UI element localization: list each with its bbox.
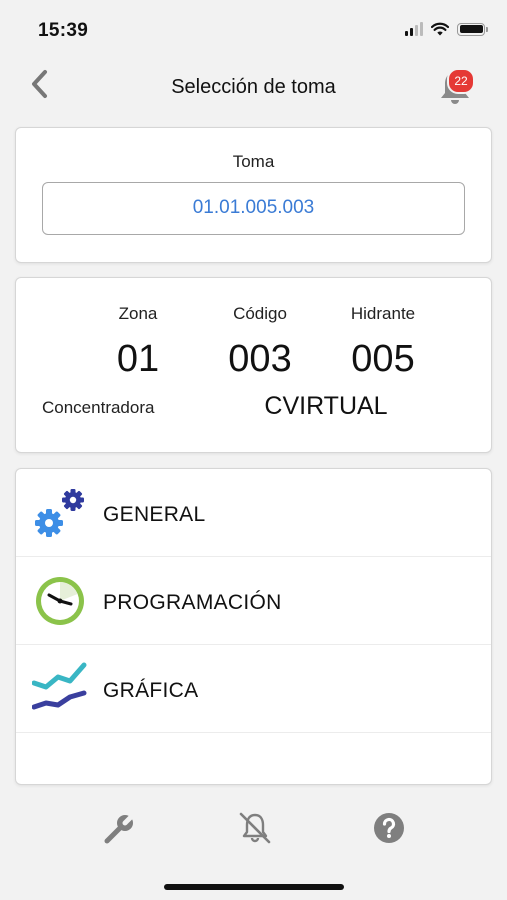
wrench-icon <box>104 811 137 844</box>
info-card: Zona 01 Código 003 Hidrante 005 Concentr… <box>15 277 492 453</box>
status-icons <box>405 22 488 36</box>
menu-item-grafica-label: GRÁFICA <box>103 679 199 702</box>
concentradora-label: Concentradora <box>42 398 155 417</box>
help-icon <box>374 813 404 843</box>
mute-alarms-tab[interactable] <box>238 811 272 845</box>
battery-icon <box>457 22 488 36</box>
zona-label: Zona <box>118 304 158 323</box>
toma-card: Toma 01.01.005.003 <box>15 127 492 263</box>
clock-icon <box>36 577 84 625</box>
toma-label: Toma <box>232 152 275 171</box>
cellular-signal-icon <box>405 22 423 36</box>
menu-item-programacion-label: PROGRAMACIÓN <box>103 591 282 614</box>
home-indicator <box>164 884 344 890</box>
codigo-label: Código <box>233 304 287 323</box>
page-title: Selección de toma <box>171 76 336 98</box>
menu-item-general-label: GENERAL <box>103 503 206 526</box>
menu-item-grafica[interactable]: GRÁFICA <box>16 645 491 733</box>
nav-bar: Selección de toma 22 <box>0 60 507 116</box>
help-tab[interactable] <box>372 811 406 845</box>
status-bar: 15:39 <box>0 0 507 60</box>
notification-badge: 22 <box>447 68 475 94</box>
menu-card: GENERAL PROGRAMACIÓN GRÁFICA <box>15 468 492 785</box>
status-time: 15:39 <box>38 20 89 41</box>
concentradora-value: CVIRTUAL <box>264 392 388 420</box>
chart-icon <box>32 662 87 710</box>
gears-icon <box>35 489 84 537</box>
notifications-button[interactable]: 22 <box>433 66 477 110</box>
wifi-icon <box>431 22 449 36</box>
menu-item-general[interactable]: GENERAL <box>16 469 491 557</box>
bell-off-icon <box>239 812 271 844</box>
tools-tab[interactable] <box>103 811 137 845</box>
toma-input[interactable]: 01.01.005.003 <box>42 182 465 235</box>
hidrante-label: Hidrante <box>350 304 416 323</box>
zona-value: 01 <box>116 338 160 380</box>
menu-item-programacion[interactable]: PROGRAMACIÓN <box>16 557 491 645</box>
codigo-value: 003 <box>228 338 292 380</box>
hidrante-value: 005 <box>351 338 415 380</box>
